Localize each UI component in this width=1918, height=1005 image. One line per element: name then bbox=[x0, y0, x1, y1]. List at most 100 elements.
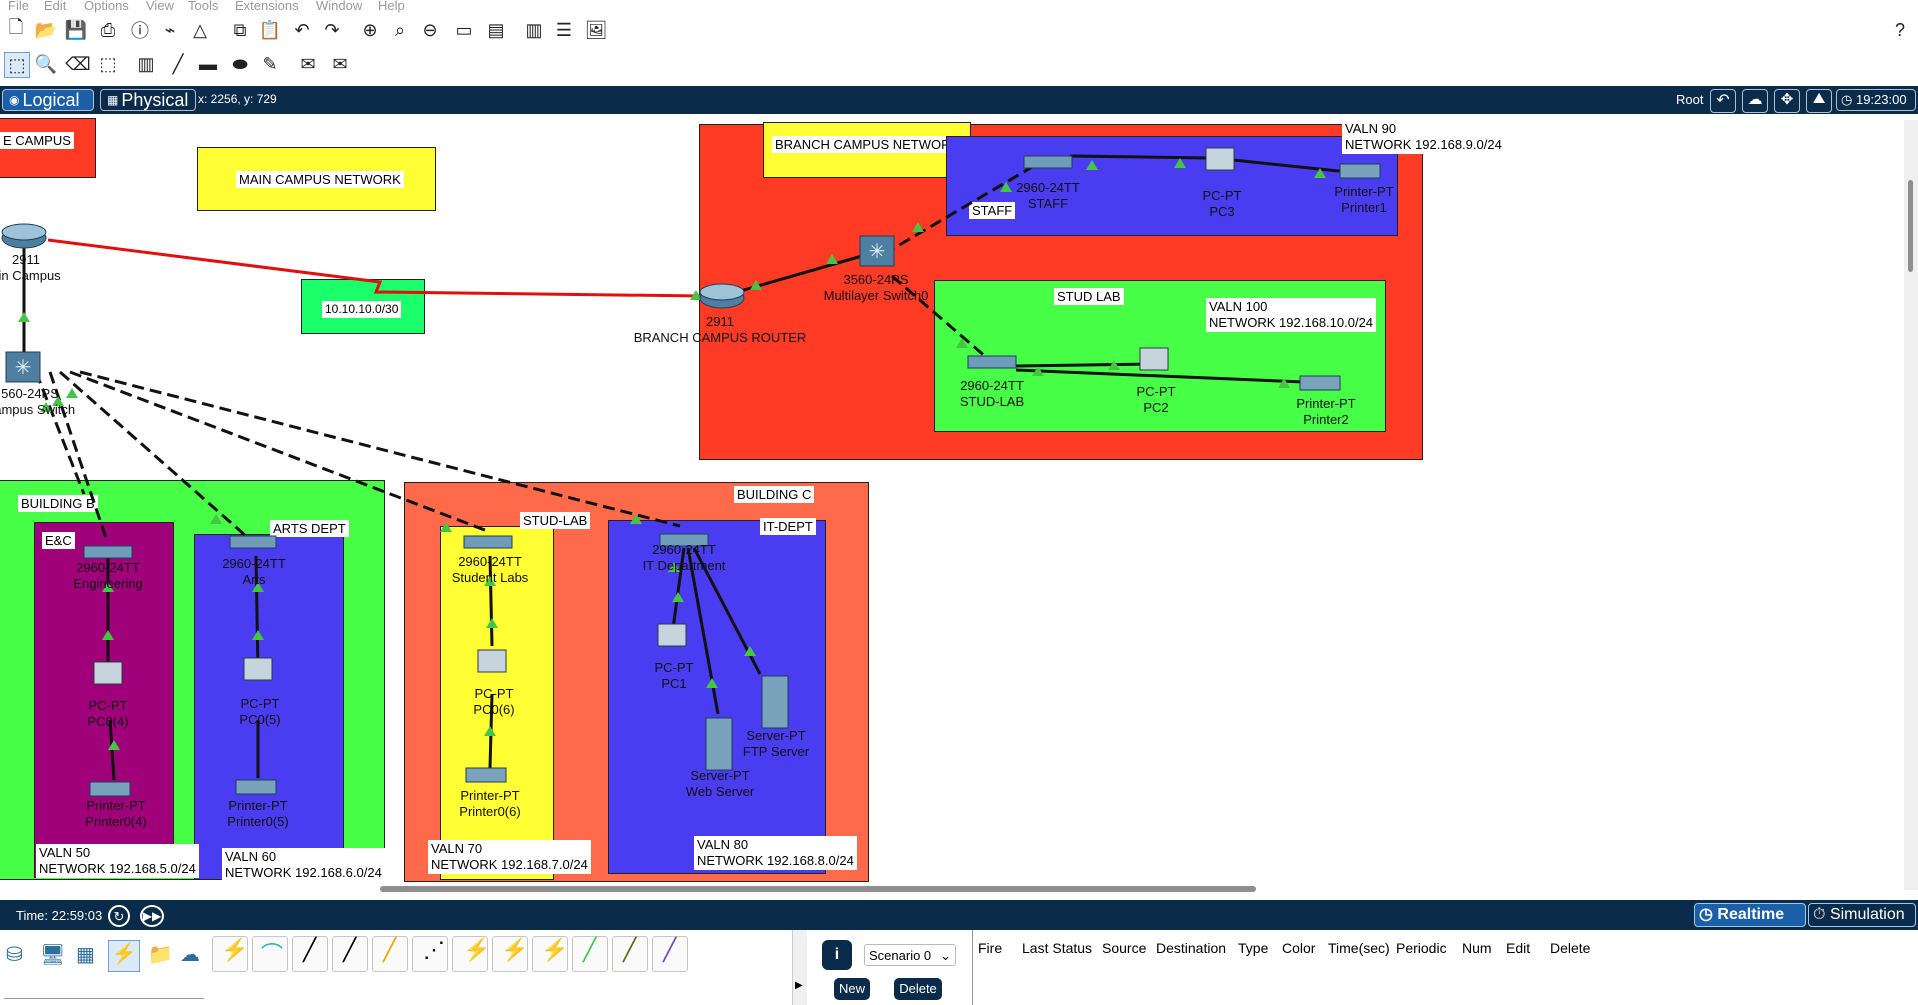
info-icon[interactable]: ⓘ bbox=[128, 18, 152, 42]
new-file-icon[interactable]: 🗋 bbox=[4, 17, 28, 42]
root-label[interactable]: Root bbox=[1676, 92, 1703, 107]
inspect-icon[interactable]: 🔍 bbox=[34, 52, 58, 76]
save-icon[interactable]: 💾 bbox=[64, 18, 88, 42]
serial-dce-icon[interactable]: ⚡ bbox=[492, 936, 528, 972]
zoom-reset-icon[interactable]: ⌕ bbox=[388, 18, 412, 42]
menu-tools[interactable]: Tools bbox=[188, 0, 218, 13]
rack-icon[interactable]: ☰ bbox=[552, 18, 576, 42]
scenario-info-button[interactable]: i bbox=[822, 940, 852, 970]
complex-pdu-icon[interactable]: ✉ bbox=[328, 52, 352, 76]
network-wizard-icon[interactable]: ⌁ bbox=[158, 18, 182, 42]
web-server-model: Server-PT bbox=[690, 768, 750, 783]
zoom-out-icon[interactable]: ⊖ bbox=[418, 18, 442, 42]
clock-button[interactable]: ◷ 19:23:00 bbox=[1836, 89, 1916, 111]
network-devices-icon[interactable]: ⛁ bbox=[6, 942, 23, 967]
paste-icon[interactable]: 📋 bbox=[258, 18, 282, 42]
printer05-name: Printer0(5) bbox=[227, 814, 289, 829]
back-icon[interactable]: ↶ bbox=[1710, 89, 1736, 113]
printer2-name: Printer2 bbox=[1303, 412, 1349, 427]
menu-options[interactable]: Options bbox=[84, 0, 129, 13]
fiber-icon[interactable]: ╱ bbox=[372, 936, 408, 972]
crossover-icon[interactable]: ╱ bbox=[332, 936, 368, 972]
logical-tab[interactable]: ◉ Logical bbox=[2, 89, 94, 111]
print-icon[interactable]: ⎙ bbox=[96, 18, 120, 42]
reset-time-icon[interactable]: ↻ bbox=[108, 905, 130, 927]
branch-router-label: 2911 BRANCH CAMPUS ROUTER bbox=[634, 314, 807, 346]
trunk-link-studlab[interactable] bbox=[69, 370, 491, 534]
background-icon[interactable]: ⛰ bbox=[1806, 89, 1832, 113]
connections-icon[interactable]: ⚡ bbox=[108, 940, 140, 972]
arts-switch-name: Arts bbox=[242, 572, 266, 587]
realtime-button[interactable]: ◷ Realtime bbox=[1694, 903, 1806, 927]
pc06-model: PC-PT bbox=[474, 686, 514, 701]
horizontal-scrollbar[interactable] bbox=[380, 886, 1256, 892]
draw-ellipse-icon[interactable]: ⬬ bbox=[228, 52, 252, 76]
menu-file[interactable]: File bbox=[8, 0, 29, 13]
phone-icon[interactable]: ⋰ bbox=[412, 936, 448, 972]
new-scenario-button[interactable]: New bbox=[834, 978, 870, 1000]
miscellaneous-icon[interactable]: 📁 bbox=[148, 942, 173, 967]
activity-wizard-icon[interactable]: △ bbox=[188, 18, 212, 42]
console-cable-icon[interactable]: ⌒ bbox=[252, 936, 288, 972]
iot-custom-icon[interactable]: ╱ bbox=[612, 936, 648, 972]
zoom-in-icon[interactable]: ⊕ bbox=[358, 18, 382, 42]
branch-switch-label: 3560-24PS Multilayer Switch0 bbox=[824, 272, 929, 304]
resize-icon[interactable]: ⬚ bbox=[96, 52, 120, 76]
freeform-icon[interactable]: ✎ bbox=[258, 52, 282, 76]
open-folder-icon[interactable]: 📂 bbox=[34, 18, 58, 42]
auto-connection-icon[interactable]: ⚡ bbox=[212, 936, 248, 972]
menu-help[interactable]: Help bbox=[378, 0, 405, 13]
delete-scenario-button[interactable]: Delete bbox=[894, 978, 942, 1000]
device-icons[interactable]: ✳ ✳ bbox=[1, 147, 1381, 797]
octal-icon[interactable]: ╱ bbox=[572, 936, 608, 972]
menu-view[interactable]: View bbox=[146, 0, 174, 13]
screenshot-icon[interactable]: 🖼 bbox=[584, 18, 608, 42]
usb-cable-icon[interactable]: ╱ bbox=[652, 936, 688, 972]
col-color: Color bbox=[1282, 940, 1316, 956]
serial-dte-icon[interactable]: ⚡ bbox=[532, 936, 568, 972]
panel-splitter[interactable]: ▶ bbox=[792, 930, 807, 1005]
fast-forward-icon[interactable]: ▶▶ bbox=[140, 905, 164, 927]
components-icon[interactable]: ▦ bbox=[76, 942, 95, 967]
trunk-link-arts[interactable] bbox=[59, 370, 247, 538]
simple-pdu-icon[interactable]: ✉ bbox=[296, 52, 320, 76]
select-icon[interactable]: ⬚ bbox=[4, 52, 30, 78]
logical-workspace[interactable]: E CAMPUS MAIN CAMPUS NETWORK 10.10.10.0/… bbox=[0, 116, 1904, 896]
pc1-model: PC-PT bbox=[654, 660, 694, 675]
menu-extensions[interactable]: Extensions bbox=[235, 0, 299, 13]
notes-icon[interactable]: ▥ bbox=[522, 18, 546, 42]
multiuser-icon[interactable]: ☁ bbox=[180, 942, 200, 967]
redo-icon[interactable]: ↷ bbox=[320, 18, 344, 42]
draw-rectangle-icon[interactable]: ▬ bbox=[196, 52, 220, 76]
menu-edit[interactable]: Edit bbox=[44, 0, 66, 13]
delete-icon[interactable]: ⌫ bbox=[65, 52, 90, 76]
cluster-icon[interactable]: ☁ bbox=[1742, 89, 1768, 113]
simulation-button[interactable]: ⏱ Simulation bbox=[1808, 903, 1916, 927]
pc3-model: PC-PT bbox=[1202, 188, 1242, 203]
custom-device-icon[interactable]: ▤ bbox=[484, 18, 508, 42]
copy-icon[interactable]: ⧉ bbox=[228, 18, 252, 42]
move-icon[interactable]: ✥ bbox=[1774, 89, 1800, 113]
col-type: Type bbox=[1238, 940, 1269, 956]
main-switch-label: 560-24PS Campus Switch bbox=[0, 386, 75, 418]
end-devices-icon[interactable]: 🖥 bbox=[40, 942, 65, 967]
staff-pc3-link[interactable] bbox=[1069, 154, 1211, 160]
studlab-pc2-link[interactable] bbox=[1015, 362, 1151, 368]
undo-icon[interactable]: ↶ bbox=[290, 18, 314, 42]
drawing-palette-icon[interactable]: ▭ bbox=[452, 18, 476, 42]
help-icon[interactable]: ? bbox=[1888, 18, 1912, 42]
time-bar: Time: 22:59:03 ↻ ▶▶ ◷ Realtime ⏱ Simulat… bbox=[0, 900, 1918, 930]
scenario-select[interactable]: Scenario 0 ⌄ bbox=[864, 944, 956, 966]
col-source: Source bbox=[1102, 940, 1147, 956]
coaxial-icon[interactable]: ⚡ bbox=[452, 936, 490, 972]
draw-line-icon[interactable]: ╱ bbox=[166, 52, 190, 76]
trunk-link-it[interactable] bbox=[79, 370, 681, 528]
menu-bar: File Edit Options View Tools Extensions … bbox=[0, 0, 1918, 14]
serial-link[interactable] bbox=[47, 238, 703, 298]
vertical-scrollbar-thumb[interactable] bbox=[1908, 180, 1913, 272]
menu-window[interactable]: Window bbox=[316, 0, 362, 13]
physical-tab[interactable]: ▦ Physical bbox=[100, 89, 196, 111]
studlab-printer2-link[interactable] bbox=[1015, 368, 1305, 384]
straight-through-icon[interactable]: ╱ bbox=[292, 936, 328, 972]
place-note-icon[interactable]: ▥ bbox=[134, 52, 158, 76]
